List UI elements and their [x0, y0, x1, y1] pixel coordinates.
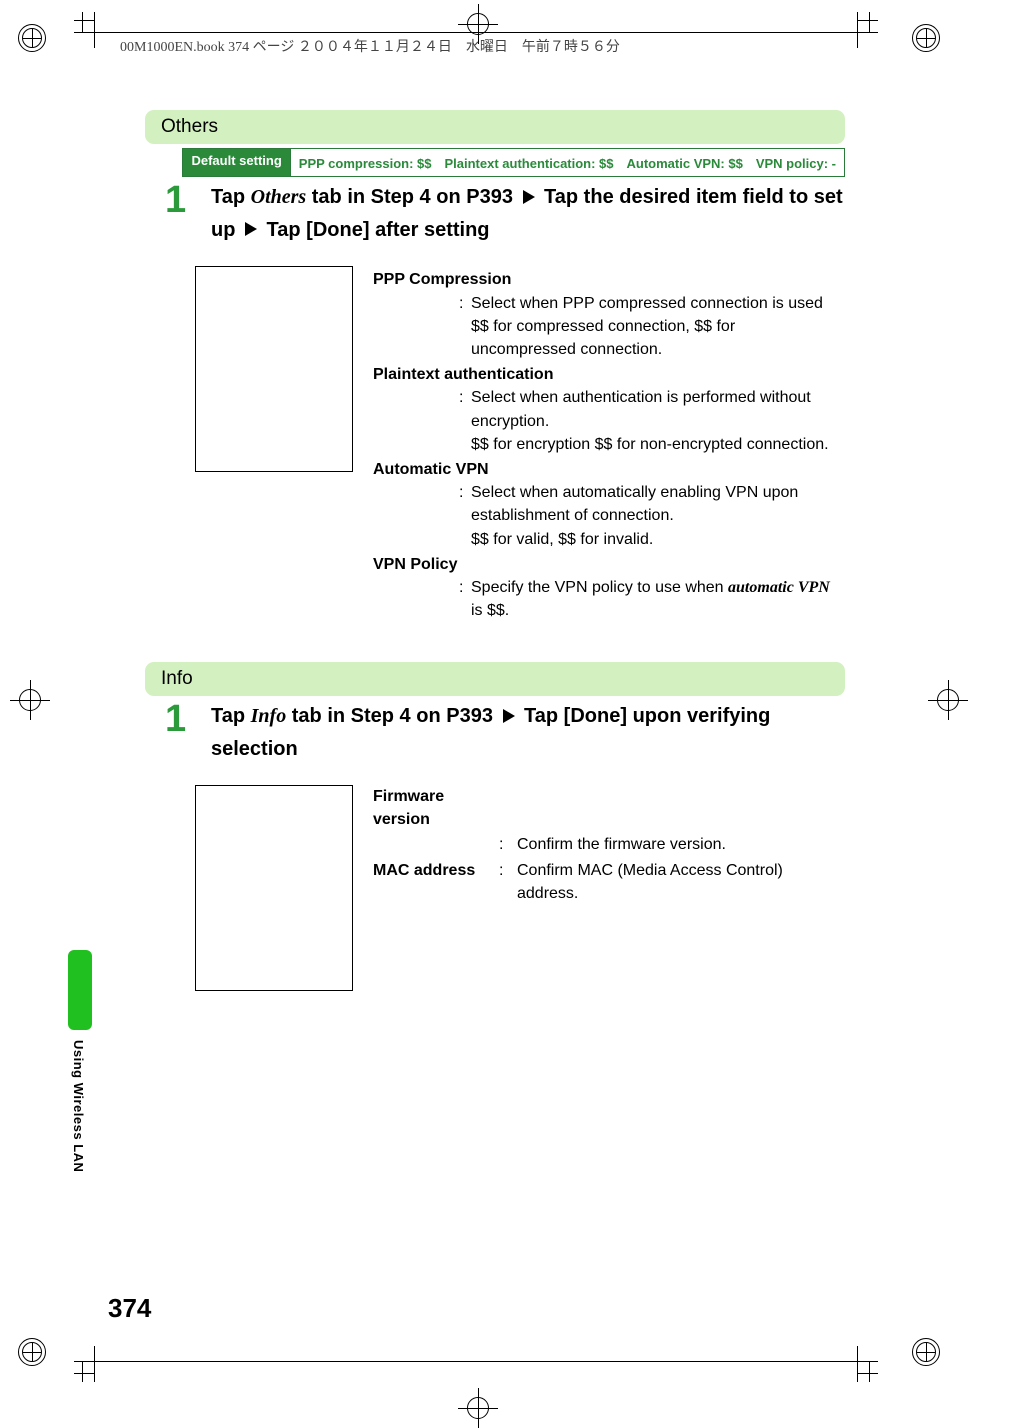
field-body: Specify the VPN policy to use when autom… — [471, 576, 830, 599]
step-text-italic: Info — [251, 705, 287, 727]
step-text-part: tab in Step 4 on P393 — [286, 705, 498, 727]
field-title: Automatic VPN — [373, 458, 830, 481]
step-instruction: 1 Tap Info tab in Step 4 on P393 Tap [Do… — [165, 700, 845, 765]
step-text-part: Tap — [211, 186, 251, 208]
registration-mark-icon — [912, 1338, 940, 1366]
section-heading-info: Info — [145, 662, 845, 696]
field-body: Select when PPP compressed connection is… — [471, 292, 830, 315]
crop-line — [100, 32, 856, 33]
field-body: Confirm the firmware version. — [517, 833, 845, 856]
page-number: 374 — [108, 1293, 151, 1324]
field-title: Firmware version — [373, 785, 499, 831]
default-setting-banner: Default setting PPP compression: $$ Plai… — [182, 148, 845, 177]
field-descriptions: PPP Compression Select when PPP compress… — [373, 266, 830, 622]
field-body-text: Specify the VPN policy to use when — [471, 579, 728, 596]
section-side-tab — [68, 950, 92, 1030]
step-number: 1 — [165, 700, 211, 765]
step-text: Tap Others tab in Step 4 on P393 Tap the… — [211, 181, 845, 246]
crop-mark-icon — [818, 12, 878, 72]
field-body: $$ for compressed connection, $$ for — [471, 315, 830, 338]
field-title: PPP Compression — [373, 268, 830, 291]
field-body: is $$. — [471, 599, 830, 622]
field-title: MAC address — [373, 859, 499, 905]
field-body: uncompressed connection. — [471, 338, 830, 361]
default-setting-label: Default setting — [183, 149, 290, 176]
step-text-part: tab in Step 4 on P393 — [306, 186, 518, 208]
step-text-italic: Others — [251, 186, 307, 208]
field-title: VPN Policy — [373, 553, 830, 576]
step-text-part: Tap — [211, 705, 251, 727]
side-chapter-label: Using Wireless LAN — [71, 1040, 86, 1172]
registration-mark-icon — [18, 1338, 46, 1366]
registration-mark-icon — [18, 24, 46, 52]
step-text: Tap Info tab in Step 4 on P393 Tap [Done… — [211, 700, 845, 765]
frame-metadata: 00M1000EN.book 374 ページ ２００４年１１月２４日 水曜日 午… — [120, 36, 620, 56]
step-number: 1 — [165, 181, 211, 246]
section-heading-others: Others — [145, 110, 845, 144]
field-title: Plaintext authentication — [373, 363, 830, 386]
triangle-icon — [503, 701, 515, 733]
step-instruction: 1 Tap Others tab in Step 4 on P393 Tap t… — [165, 181, 845, 246]
field-body-emph: automatic VPN — [728, 579, 830, 596]
screenshot-placeholder — [195, 266, 353, 472]
field-descriptions: Firmware version : Confirm the firmware … — [373, 785, 845, 991]
field-body: encryption. — [471, 410, 830, 433]
registration-mark-icon — [912, 24, 940, 52]
crop-mark-icon — [74, 1322, 134, 1382]
field-body: Select when automatically enabling VPN u… — [471, 481, 830, 504]
step-text-part: Tap [Done] after setting — [261, 219, 490, 241]
crop-mark-icon — [818, 1322, 878, 1382]
default-setting-value: PPP compression: $$ Plaintext authentica… — [291, 149, 844, 176]
triangle-icon — [245, 214, 257, 246]
field-body: Confirm MAC (Media Access Control) addre… — [517, 859, 845, 905]
field-body: establishment of connection. — [471, 504, 830, 527]
screenshot-placeholder — [195, 785, 353, 991]
field-body: Select when authentication is performed … — [471, 386, 830, 409]
field-body: $$ for encryption $$ for non-encrypted c… — [471, 433, 830, 456]
field-body: $$ for valid, $$ for invalid. — [471, 528, 830, 551]
crop-line — [100, 1361, 856, 1362]
triangle-icon — [523, 182, 535, 214]
